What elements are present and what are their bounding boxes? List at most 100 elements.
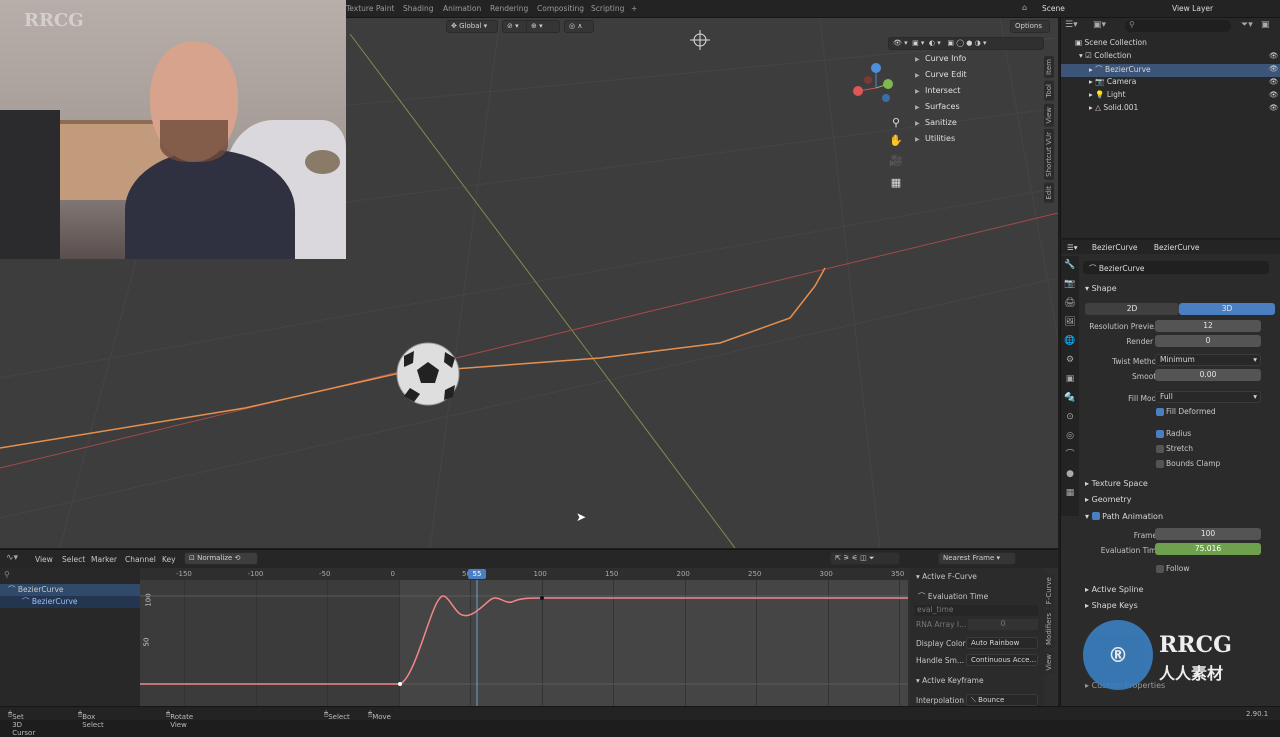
fill-mode-dropdown[interactable]: Full ▾ xyxy=(1155,391,1261,403)
view-layer-selector[interactable]: View Layer xyxy=(1172,4,1213,13)
tab-fcurve[interactable]: F-Curve xyxy=(1044,574,1054,608)
shape-keys-panel[interactable]: ▸ Shape Keys xyxy=(1085,601,1138,610)
tab-rendering[interactable]: Rendering xyxy=(490,4,528,13)
viewport-shading-toolbar[interactable]: 👁 ▾ ▣ ▾ ◐ ▾ ▣ ◯ ● ◑ ▾ xyxy=(888,37,1044,50)
smooth-field[interactable]: 0.00 xyxy=(1155,369,1261,381)
active-fcurve-panel[interactable]: ▾ Active F-Curve xyxy=(916,572,977,581)
channel-fcurve-row[interactable]: ⌒ BezierCurve xyxy=(0,596,140,608)
tab-item[interactable]: Item xyxy=(1044,56,1054,78)
properties-header: ☰▾ BezierCurve BezierCurve xyxy=(1061,240,1280,254)
active-spline-panel[interactable]: ▸ Active Spline xyxy=(1085,585,1143,594)
stretch-checkbox[interactable] xyxy=(1156,445,1164,453)
bounds-clamp-checkbox[interactable] xyxy=(1156,460,1164,468)
snap-mode-dropdown[interactable]: Nearest Frame ▾ xyxy=(938,552,1016,565)
orientation-icon: ✥ xyxy=(451,22,460,30)
breadcrumb-object: BezierCurve xyxy=(1091,243,1138,252)
frames-field[interactable]: 100 xyxy=(1155,528,1261,540)
menu-utilities[interactable]: ▶ Utilities xyxy=(915,134,967,150)
outliner-editor-icon[interactable]: ☰▾ xyxy=(1065,20,1078,30)
navigation-gizmo[interactable] xyxy=(850,58,900,118)
datablock-name-field[interactable]: ⌒ BezierCurve xyxy=(1083,261,1269,274)
tab-shading[interactable]: Shading xyxy=(403,4,433,13)
cat xyxy=(305,150,340,174)
proportional-edit-dropdown[interactable]: ◎ ∧ xyxy=(564,20,594,33)
graph-canvas[interactable]: -150 -100 -50 0 50 100 150 200 250 300 350 100 50 … xyxy=(140,568,908,707)
dimensions-3d-button[interactable]: 3D xyxy=(1179,303,1275,315)
geometry-panel[interactable]: ▸ Geometry xyxy=(1085,495,1131,504)
menu-curve-edit[interactable]: ▶ Curve Edit xyxy=(915,70,967,86)
tab-animation[interactable]: Animation xyxy=(443,4,481,13)
fcurve-line xyxy=(140,595,908,685)
rna-array-field[interactable]: 0 xyxy=(968,619,1038,630)
evaluation-time-field[interactable]: 75.016 xyxy=(1155,543,1261,555)
outliner-row-collection[interactable]: ▾ ☑ Collection 👁 xyxy=(1079,51,1279,64)
evaluation-time-label: Evaluation Time xyxy=(1100,546,1161,555)
follow-label: Follow xyxy=(1166,564,1190,573)
menu-view[interactable]: View xyxy=(35,555,53,564)
menu-sanitize[interactable]: ▶ Sanitize xyxy=(915,118,967,134)
tab-shortcut[interactable]: Shortcut VUr xyxy=(1044,129,1054,181)
graph-editor-icon[interactable]: ∿▾ xyxy=(6,553,18,563)
new-collection-icon[interactable]: ▣ xyxy=(1261,20,1270,30)
menu-curve-info[interactable]: ▶ Curve Info xyxy=(915,54,967,70)
options-dropdown[interactable]: Options xyxy=(1010,20,1050,33)
gizmo-y-axis xyxy=(883,79,893,89)
zoom-icon[interactable]: ⚲ xyxy=(888,116,904,132)
display-mode-icon[interactable]: ▣▾ xyxy=(1093,20,1106,30)
outliner-row-beziercurve[interactable]: ▸ ⌒ BezierCurve 👁 xyxy=(1061,64,1280,77)
add-workspace-button[interactable]: + xyxy=(631,4,637,13)
twist-method-dropdown[interactable]: Minimum ▾ xyxy=(1155,354,1261,366)
channel-object-row[interactable]: ⌒ BezierCurve xyxy=(0,584,140,596)
active-keyframe-panel[interactable]: ▾ Active Keyframe xyxy=(916,676,984,685)
normalize-toggle[interactable]: ⊡ Normalize ⟲ xyxy=(184,552,258,565)
graph-filter-buttons[interactable]: ⇱ ⚞ ⚟ ◫ ⏷ xyxy=(830,552,900,565)
camera-view-icon[interactable]: 🎥 xyxy=(888,154,904,170)
tab-view[interactable]: View xyxy=(1044,103,1054,127)
menu-channel[interactable]: Channel xyxy=(125,555,156,564)
interpolation-dropdown[interactable]: ⟍ Bounce xyxy=(966,694,1038,706)
dimensions-2d-button[interactable]: 2D xyxy=(1085,303,1179,315)
frames-label: Frames xyxy=(1133,531,1161,540)
tab-graph-view[interactable]: View xyxy=(1044,651,1054,674)
display-color-dropdown[interactable]: Auto Rainbow xyxy=(966,637,1038,649)
tab-compositing[interactable]: Compositing xyxy=(537,4,584,13)
snap-dropdown[interactable]: ⊕ ▾ xyxy=(526,20,560,33)
rna-path-field[interactable]: eval_time xyxy=(914,605,1038,616)
path-animation-panel[interactable]: ▾ Path Animation xyxy=(1085,511,1163,521)
fill-deformed-checkbox[interactable] xyxy=(1156,408,1164,416)
menu-marker[interactable]: Marker xyxy=(91,555,117,564)
tab-tool[interactable]: Tool xyxy=(1044,80,1054,101)
radius-checkbox[interactable] xyxy=(1156,430,1164,438)
filter-icon[interactable]: ⏷▾ xyxy=(1241,20,1253,30)
properties-editor-icon[interactable]: ☰▾ xyxy=(1067,243,1078,252)
menu-select[interactable]: Select xyxy=(62,555,85,564)
tab-modifiers[interactable]: Modifiers xyxy=(1044,610,1054,649)
tab-texture-paint[interactable]: Texture Paint xyxy=(346,4,394,13)
scene-collection-row[interactable]: ▣ Scene Collection xyxy=(1075,38,1147,51)
shape-panel-header[interactable]: ▾ Shape xyxy=(1085,284,1117,293)
current-frame-indicator[interactable]: 55 xyxy=(468,569,486,579)
transform-orientation-dropdown[interactable]: ✥ Global ▾ xyxy=(446,20,498,33)
visibility-eye-icon: 👁 xyxy=(1269,90,1279,99)
outliner-row-light[interactable]: ▸ 💡 Light 👁 xyxy=(1089,90,1279,103)
outliner-row-camera[interactable]: ▸ 📷 Camera 👁 xyxy=(1089,77,1279,90)
resolution-preview-field[interactable]: 12 xyxy=(1155,320,1261,332)
scene-icon: ⌂ xyxy=(1022,3,1028,12)
menu-intersect[interactable]: ▶ Intersect xyxy=(915,86,967,102)
outliner-search-input[interactable]: ⚲ xyxy=(1125,20,1231,32)
pan-hand-icon[interactable]: ✋ xyxy=(888,134,904,150)
texture-space-panel[interactable]: ▸ Texture Space xyxy=(1085,479,1148,488)
stretch-label: Stretch xyxy=(1166,444,1194,453)
channel-search-icon[interactable]: ⚲ xyxy=(4,570,10,579)
handle-smoothing-dropdown[interactable]: Continuous Acce... xyxy=(966,654,1038,666)
grid-toggle-icon[interactable]: ▦ xyxy=(888,176,904,192)
menu-key[interactable]: Key xyxy=(162,555,176,564)
outliner-row-solid[interactable]: ▸ △ Solid.001 👁 xyxy=(1089,103,1279,116)
menu-surfaces[interactable]: ▶ Surfaces xyxy=(915,102,967,118)
tab-edit[interactable]: Edit xyxy=(1044,183,1054,203)
render-u-field[interactable]: 0 xyxy=(1155,335,1261,347)
scene-selector[interactable]: Scene xyxy=(1042,4,1065,13)
watermark-brand: RRCG xyxy=(1159,632,1232,658)
follow-checkbox[interactable] xyxy=(1156,565,1164,573)
tab-scripting[interactable]: Scripting xyxy=(591,4,624,13)
